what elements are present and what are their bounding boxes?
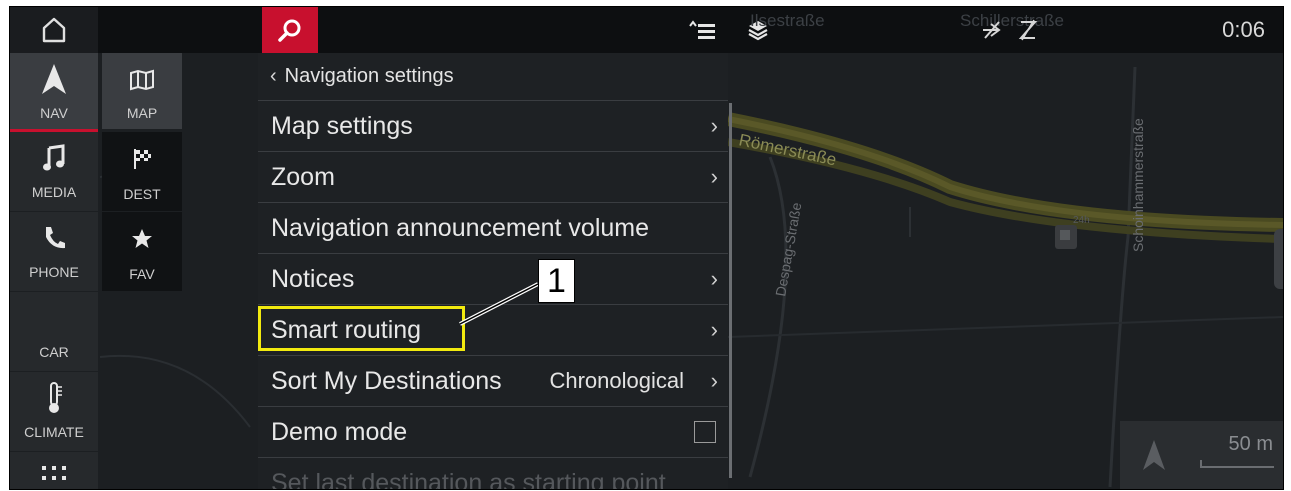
menu-item-label: Notices xyxy=(271,264,355,293)
map-scale: 50 m xyxy=(1188,421,1283,489)
street-label-top-1: Ilsestraße xyxy=(750,11,825,30)
phone-icon xyxy=(46,227,65,249)
sidebar-item-apps[interactable] xyxy=(10,452,98,489)
sidebar-item-nav[interactable]: NAV xyxy=(10,53,98,132)
compass-button[interactable] xyxy=(1120,421,1188,489)
data-off-icon xyxy=(1014,7,1042,53)
chevron-left-icon: ‹ xyxy=(270,65,277,87)
list-icon xyxy=(689,20,715,39)
side-panel-tab[interactable] xyxy=(1274,229,1283,289)
sidebar-item-media[interactable]: MEDIA xyxy=(10,132,98,211)
home-icon xyxy=(42,17,66,43)
menu-scrollbar[interactable] xyxy=(729,103,732,478)
menu-item-sort-destinations[interactable]: Sort My Destinations Chronological › xyxy=(258,355,728,406)
poi-label: 24h xyxy=(1073,215,1090,226)
home-button[interactable] xyxy=(10,7,98,53)
menu-item-zoom[interactable]: Zoom › xyxy=(258,151,728,202)
sidebar-subitem-label: DEST xyxy=(123,186,161,202)
screen-frame: 24h Römerstraße Despag-Straße Schoinhamm… xyxy=(9,6,1284,490)
sidebar-subitem-label: FAV xyxy=(129,266,155,282)
smart-routing-highlight xyxy=(258,306,465,351)
menu-item-label: Map settings xyxy=(271,111,413,140)
sidebar-item-label: CAR xyxy=(39,344,69,360)
navigation-off-icon xyxy=(978,7,1006,53)
compass-arrow-icon xyxy=(1143,440,1165,470)
chevron-right-icon: › xyxy=(710,317,718,342)
menu-item-last-destination-start[interactable]: Set last destination as starting point xyxy=(258,457,728,490)
star-icon xyxy=(132,229,152,248)
apps-grid-icon xyxy=(42,466,66,480)
music-note-icon xyxy=(43,144,65,171)
search-icon xyxy=(278,19,301,42)
checkered-flag-icon xyxy=(134,149,151,169)
top-bar: Ilsestraße Schillerstraße 0:06 xyxy=(10,7,1283,53)
menu-item-label: Sort My Destinations xyxy=(271,366,502,395)
callout-number: 1 xyxy=(538,259,575,303)
menu-item-label: Demo mode xyxy=(271,417,408,446)
sidebar-subitem-dest[interactable]: DEST xyxy=(102,132,182,211)
navigation-arrow-icon xyxy=(42,64,66,94)
navigation-settings-menu: ‹ Navigation settings Map settings › Zoo… xyxy=(258,53,728,489)
chevron-right-icon: › xyxy=(710,164,718,189)
menu-title: Navigation settings xyxy=(284,65,454,87)
sidebar-item-label: MEDIA xyxy=(31,184,77,200)
demo-mode-checkbox[interactable] xyxy=(694,421,716,443)
menu-item-label: Set last destination as starting point xyxy=(271,468,666,490)
route-list-button[interactable] xyxy=(682,7,722,53)
map-scale-label: 50 m xyxy=(1228,433,1273,455)
sidebar-item-label: CLIMATE xyxy=(24,424,84,440)
sidebar-item-label: NAV xyxy=(40,105,68,121)
menu-item-label: Zoom xyxy=(271,162,335,191)
menu-header-back[interactable]: ‹ Navigation settings xyxy=(258,53,728,100)
menu-item-announcement-volume[interactable]: Navigation announcement volume xyxy=(258,202,728,253)
callout-leader-line xyxy=(459,282,539,326)
street-label-top-2: Schillerstraße xyxy=(960,11,1064,30)
street-label-schoinhammer: Schoinhammerstraße xyxy=(1130,118,1146,252)
clock: 0:06 xyxy=(1222,17,1265,42)
sidebar-subitem-map[interactable]: MAP xyxy=(102,53,182,129)
search-button[interactable] xyxy=(262,7,318,53)
sidebar-item-climate[interactable]: CLIMATE xyxy=(10,372,98,451)
map-icon xyxy=(130,69,154,91)
sidebar-item-label: PHONE xyxy=(29,264,79,280)
sidebar-subitem-fav[interactable]: FAV xyxy=(102,212,182,291)
chevron-right-icon: › xyxy=(710,368,718,393)
chevron-right-icon: › xyxy=(710,113,718,138)
sidebar-subitem-label: MAP xyxy=(126,105,158,121)
sidebar-item-car[interactable]: CAR xyxy=(10,292,98,371)
menu-item-map-settings[interactable]: Map settings › xyxy=(258,100,728,151)
menu-item-label: Navigation announcement volume xyxy=(271,213,650,242)
sidebar-item-phone[interactable]: PHONE xyxy=(10,212,98,291)
thermometer-icon xyxy=(49,382,62,413)
menu-item-value: Chronological xyxy=(549,368,684,393)
menu-item-demo-mode[interactable]: Demo mode xyxy=(258,406,728,457)
chevron-right-icon: › xyxy=(710,266,718,291)
